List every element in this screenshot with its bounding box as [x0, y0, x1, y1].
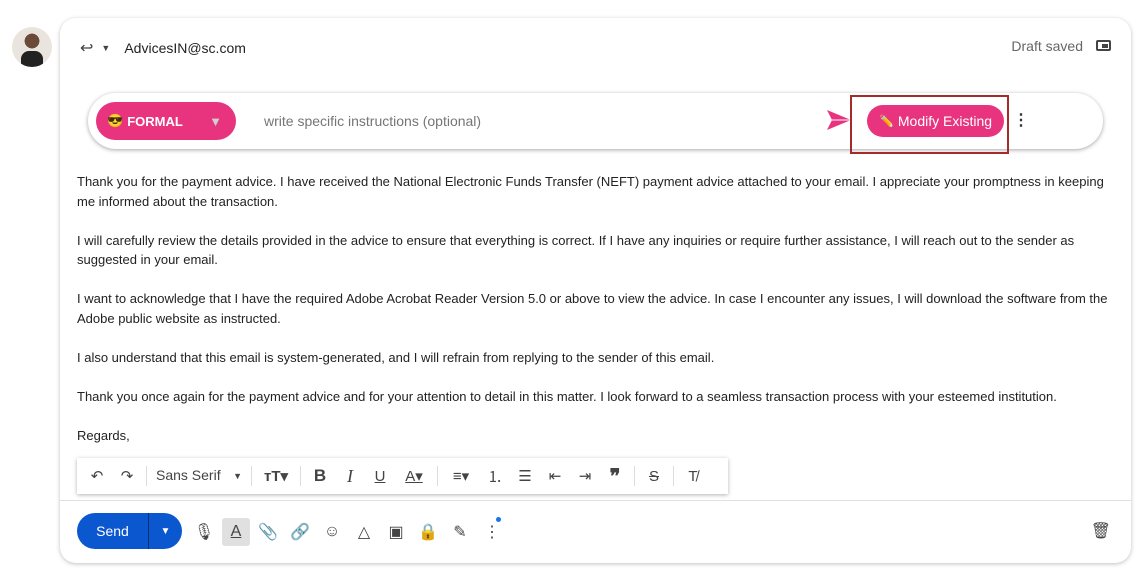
ai-assistant-bar: 😎 FORMAL ▼ ✏️ Modify Existing ⋮ [88, 93, 1103, 154]
recipient[interactable]: AdvicesIN@sc.com [124, 40, 246, 56]
signature-pen-icon[interactable]: ✎ [446, 518, 474, 546]
indent-less-icon[interactable]: ⇤ [541, 467, 569, 485]
redo-icon[interactable]: ↷ [113, 467, 141, 485]
formatting-options-icon[interactable]: A [222, 518, 250, 546]
underline-icon[interactable]: U [366, 468, 394, 485]
tone-emoji-icon: 😎 [107, 113, 124, 128]
modify-label: Modify Existing [897, 113, 993, 129]
reply-header: ↩ ▼ AdvicesIN@sc.com [80, 38, 246, 58]
link-icon[interactable]: 🔗 [286, 518, 314, 546]
numbered-list-icon[interactable]: ⒈ [481, 466, 509, 487]
paragraph: I will carefully review the details prov… [77, 232, 1075, 268]
paragraph: Regards, [77, 427, 130, 443]
indent-more-icon[interactable]: ⇥ [571, 467, 599, 485]
send-arrow-icon[interactable] [826, 108, 852, 132]
quote-icon[interactable]: ❞ [601, 464, 629, 489]
compose-tools: 🎙 A 📎 🔗 ☺ △ ▣ 🔒 ✎ ⋮ [190, 518, 506, 546]
avatar[interactable] [12, 27, 52, 67]
bold-icon[interactable]: B [306, 466, 334, 486]
chevron-down-icon: ▼ [233, 471, 242, 481]
chevron-down-icon: ▼ [209, 113, 222, 129]
microphone-icon[interactable]: 🎙 [190, 518, 218, 546]
divider [60, 500, 1131, 501]
paragraph: I want to acknowledge that I have the re… [77, 291, 1108, 326]
paragraph: Thank you for the payment advice. I have… [77, 174, 1104, 209]
send-button[interactable]: Send ▼ [77, 513, 182, 549]
undo-icon[interactable]: ↶ [83, 467, 111, 485]
emoji-icon[interactable]: ☺ [318, 518, 346, 546]
font-select[interactable]: Sans Serif ▼ [152, 467, 246, 485]
text-color-icon[interactable]: A▾ [396, 467, 432, 485]
notification-dot [496, 517, 501, 522]
paragraph: I also understand that this email is sys… [77, 349, 715, 365]
bulleted-list-icon[interactable]: ☰ [511, 467, 539, 485]
popout-icon[interactable] [1096, 40, 1111, 51]
tone-label: FORMAL [127, 113, 183, 129]
reply-icon[interactable]: ↩ [80, 38, 93, 58]
align-icon[interactable]: ≡▾ [443, 467, 479, 485]
font-size-icon[interactable]: тT▾ [257, 467, 295, 485]
paragraph: Thank you once again for the payment adv… [77, 388, 1057, 404]
font-label: Sans Serif [156, 467, 221, 483]
discard-draft-icon[interactable]: 🗑 [1091, 521, 1111, 541]
pencil-icon: ✏️ [878, 114, 894, 128]
more-options-icon[interactable]: ⋮ [478, 518, 506, 546]
compose-card: ↩ ▼ AdvicesIN@sc.com Draft saved 😎 FORMA… [60, 18, 1131, 563]
modify-existing-button[interactable]: ✏️ Modify Existing [867, 105, 1004, 137]
confidential-lock-icon[interactable]: 🔒 [414, 518, 442, 546]
reply-type-dropdown-icon[interactable]: ▼ [101, 43, 110, 53]
draft-status: Draft saved [1011, 38, 1083, 54]
formatting-toolbar: ↶ ↷ Sans Serif ▼ тT▾ B I U A▾ ≡▾ ⒈ ☰ ⇤ ⇥ … [77, 458, 728, 494]
message-body[interactable]: Thank you for the payment advice. I have… [77, 172, 1117, 465]
drive-icon[interactable]: △ [350, 518, 378, 546]
instructions-input[interactable] [264, 113, 764, 129]
remove-formatting-icon[interactable]: T̸ [679, 468, 707, 485]
italic-icon[interactable]: I [336, 466, 364, 487]
schedule-send-dropdown-icon[interactable]: ▼ [149, 513, 182, 549]
photo-icon[interactable]: ▣ [382, 518, 410, 546]
more-options-icon[interactable]: ⋮ [1013, 113, 1029, 129]
strikethrough-icon[interactable]: S [640, 468, 668, 485]
send-label[interactable]: Send [77, 513, 149, 549]
attach-icon[interactable]: 📎 [254, 518, 282, 546]
tone-select[interactable]: 😎 FORMAL ▼ [96, 102, 236, 140]
